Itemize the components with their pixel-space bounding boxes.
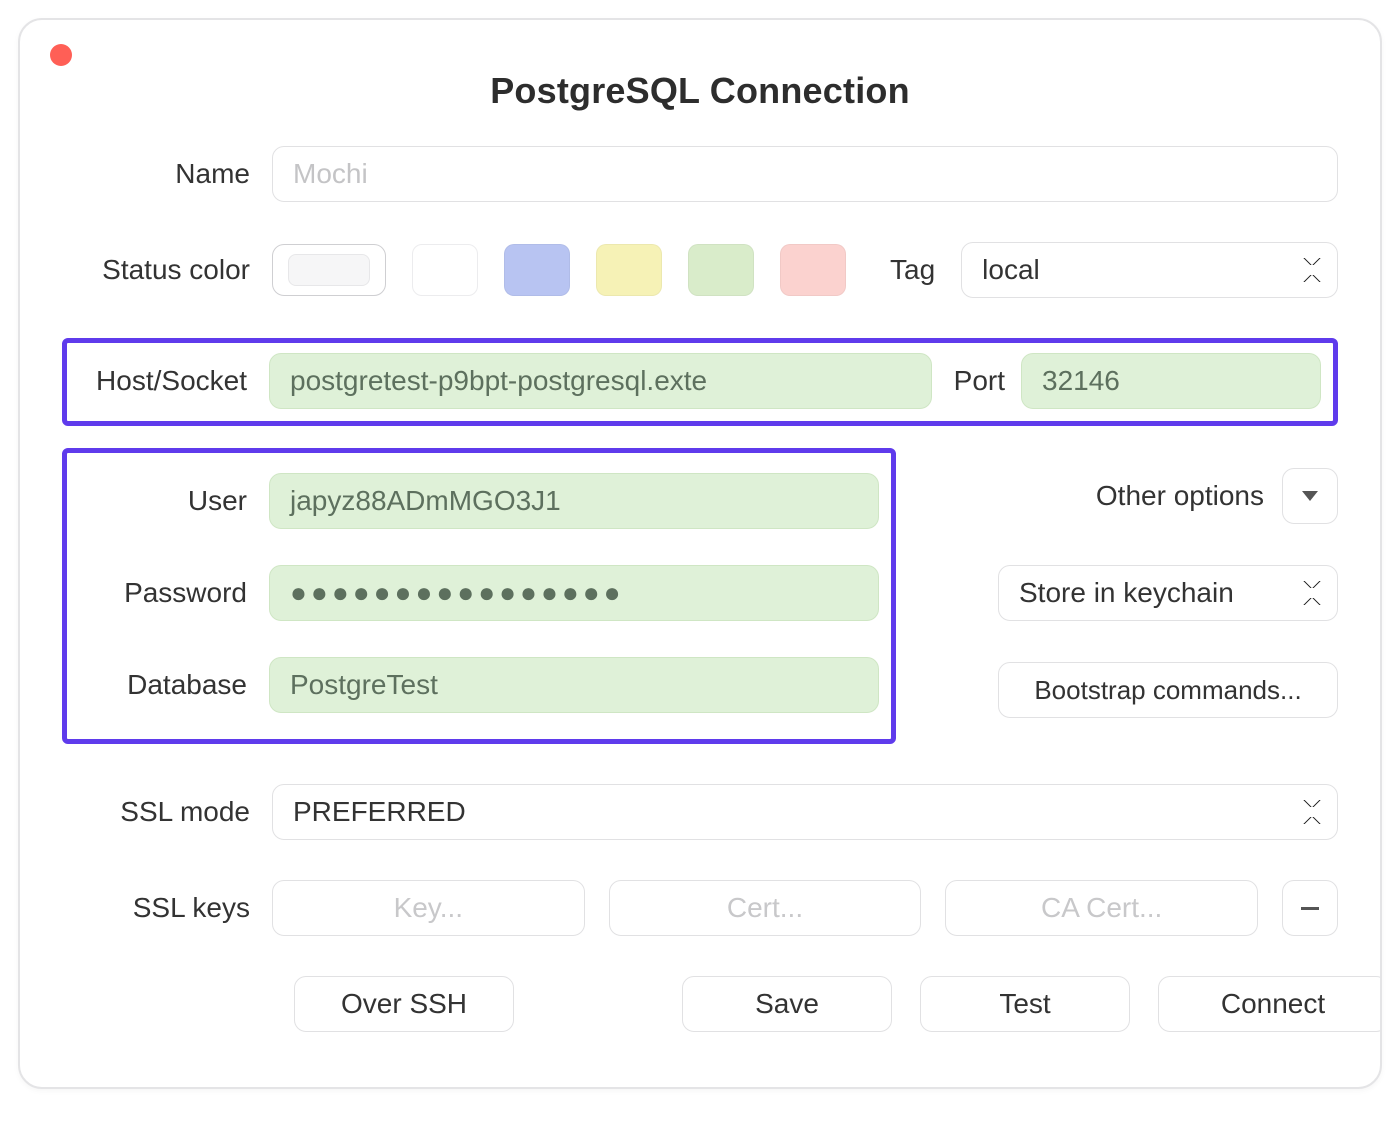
ssl-ca-cert-button[interactable]: CA Cert... xyxy=(945,880,1258,936)
label-password: Password xyxy=(79,577,269,609)
label-database: Database xyxy=(79,669,269,701)
label-host: Host/Socket xyxy=(79,365,269,397)
host-input[interactable]: postgretest-p9bpt-postgresql.exte xyxy=(269,353,932,409)
swatch-yellow[interactable] xyxy=(596,244,662,296)
label-status-color: Status color xyxy=(62,254,272,286)
minus-icon xyxy=(1301,907,1319,910)
user-input[interactable]: japyz88ADmMGO3J1 xyxy=(269,473,879,529)
over-ssh-button[interactable]: Over SSH xyxy=(294,976,514,1032)
password-input[interactable]: ●●●●●●●●●●●●●●●● xyxy=(269,565,879,621)
ssl-mode-select[interactable]: PREFERRED xyxy=(272,784,1338,840)
label-ssl-mode: SSL mode xyxy=(62,796,272,828)
other-options-toggle[interactable] xyxy=(1282,468,1338,524)
connect-button[interactable]: Connect xyxy=(1158,976,1382,1032)
status-color-selected[interactable] xyxy=(272,244,386,296)
ssl-key-button[interactable]: Key... xyxy=(272,880,585,936)
label-name: Name xyxy=(62,158,272,190)
swatch-blue[interactable] xyxy=(504,244,570,296)
test-button[interactable]: Test xyxy=(920,976,1130,1032)
label-user: User xyxy=(79,485,269,517)
credentials-highlight: User japyz88ADmMGO3J1 Password ●●●●●●●●●… xyxy=(62,448,896,744)
label-other-options: Other options xyxy=(1096,480,1264,512)
footer-buttons: Over SSH Save Test Connect xyxy=(62,976,1338,1032)
row-name: Name Mochi xyxy=(62,146,1338,202)
label-ssl-keys: SSL keys xyxy=(62,892,272,924)
row-ssl-mode: SSL mode PREFERRED xyxy=(62,784,1338,840)
connection-form: Name Mochi Status color Tag xyxy=(20,146,1380,1032)
chevron-down-icon xyxy=(1302,491,1318,501)
credentials-side-controls: Other options Store in keychain Bootstra… xyxy=(896,448,1338,744)
row-status-color: Status color Tag local xyxy=(62,242,1338,298)
swatch-green[interactable] xyxy=(688,244,754,296)
other-options: Other options xyxy=(1096,468,1338,524)
row-ssl-keys: SSL keys Key... Cert... CA Cert... xyxy=(62,880,1338,936)
port-input[interactable]: 32146 xyxy=(1021,353,1321,409)
host-port-highlight: Host/Socket postgretest-p9bpt-postgresql… xyxy=(62,338,1338,426)
ssl-remove-button[interactable] xyxy=(1282,880,1338,936)
swatch-red[interactable] xyxy=(780,244,846,296)
password-store-select[interactable]: Store in keychain xyxy=(998,565,1338,621)
name-input[interactable]: Mochi xyxy=(272,146,1338,202)
label-tag: Tag xyxy=(890,254,935,286)
dialog-window: PostgreSQL Connection Name Mochi Status … xyxy=(18,18,1382,1089)
bootstrap-commands-button[interactable]: Bootstrap commands... xyxy=(998,662,1338,718)
database-input[interactable]: PostgreTest xyxy=(269,657,879,713)
close-icon[interactable] xyxy=(50,44,72,66)
ssl-cert-button[interactable]: Cert... xyxy=(609,880,922,936)
tag-select[interactable]: local xyxy=(961,242,1338,298)
save-button[interactable]: Save xyxy=(682,976,892,1032)
swatch-white[interactable] xyxy=(412,244,478,296)
status-color-swatches xyxy=(272,244,846,296)
label-port: Port xyxy=(954,365,1005,397)
swatch-none-icon xyxy=(288,254,370,286)
credentials-section: User japyz88ADmMGO3J1 Password ●●●●●●●●●… xyxy=(62,448,1338,744)
dialog-title: PostgreSQL Connection xyxy=(20,20,1380,146)
